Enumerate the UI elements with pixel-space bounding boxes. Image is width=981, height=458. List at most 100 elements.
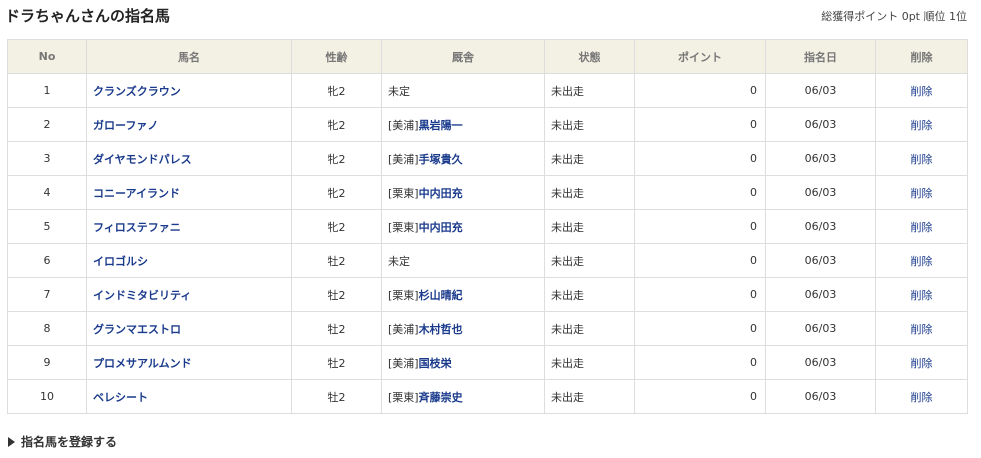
horse-name-link[interactable]: フィロステファニ: [93, 221, 181, 234]
delete-link[interactable]: 削除: [911, 221, 933, 234]
table-row: 10 ベレシート 牡2 [栗東]斉藤崇史 未出走 0 06/03 削除: [7, 379, 968, 414]
cell-delete: 削除: [875, 243, 968, 278]
col-header-name: 馬名: [86, 39, 292, 74]
trainer-link[interactable]: 国枝栄: [419, 357, 452, 370]
delete-link[interactable]: 削除: [911, 187, 933, 200]
trainer-link[interactable]: 斉藤崇史: [419, 391, 463, 404]
cell-name: フィロステファニ: [86, 209, 292, 244]
cell-stable: [美浦]木村哲也: [381, 311, 545, 346]
cell-status: 未出走: [544, 175, 635, 210]
stable-undecided: 未定: [388, 254, 410, 268]
horse-name-link[interactable]: グランマエストロ: [93, 323, 181, 336]
delete-link[interactable]: 削除: [911, 85, 933, 98]
cell-status: 未出走: [544, 243, 635, 278]
page-header: ドラちゃんさんの指名馬 総獲得ポイント 0pt 順位 1位: [0, 0, 981, 36]
cell-name: クランズクラウン: [86, 73, 292, 108]
cell-status: 未出走: [544, 107, 635, 142]
cell-points: 0: [634, 107, 766, 142]
cell-delete: 削除: [875, 379, 968, 414]
cell-no: 10: [7, 379, 87, 414]
stable-region: [美浦]: [388, 118, 419, 132]
cell-name: インドミタビリティ: [86, 277, 292, 312]
delete-link[interactable]: 削除: [911, 255, 933, 268]
cell-stable: 未定: [381, 243, 545, 278]
cell-stable: 未定: [381, 73, 545, 108]
cell-date: 06/03: [765, 107, 876, 142]
trainer-link[interactable]: 木村哲也: [419, 323, 463, 336]
cell-sexage: 牡2: [291, 379, 382, 414]
horse-name-link[interactable]: インドミタビリティ: [93, 289, 191, 302]
col-header-delete: 削除: [875, 39, 968, 74]
table-row: 4 コニーアイランド 牝2 [栗東]中内田充 未出走 0 06/03 削除: [7, 175, 968, 210]
stable-region: [栗東]: [388, 390, 419, 404]
table-row: 7 インドミタビリティ 牡2 [栗東]杉山晴紀 未出走 0 06/03 削除: [7, 277, 968, 312]
table-row: 3 ダイヤモンドパレス 牝2 [美浦]手塚貴久 未出走 0 06/03 削除: [7, 141, 968, 176]
delete-link[interactable]: 削除: [911, 391, 933, 404]
cell-date: 06/03: [765, 277, 876, 312]
cell-date: 06/03: [765, 379, 876, 414]
cell-status: 未出走: [544, 209, 635, 244]
cell-delete: 削除: [875, 277, 968, 312]
delete-link[interactable]: 削除: [911, 357, 933, 370]
horse-name-link[interactable]: ベレシート: [93, 391, 148, 404]
stable-undecided: 未定: [388, 84, 410, 98]
cell-points: 0: [634, 175, 766, 210]
table-row: 6 イロゴルシ 牡2 未定 未出走 0 06/03 削除: [7, 243, 968, 278]
cell-no: 8: [7, 311, 87, 346]
col-header-points: ポイント: [634, 39, 766, 74]
cell-sexage: 牝2: [291, 73, 382, 108]
trainer-link[interactable]: 中内田充: [419, 221, 463, 234]
horse-name-link[interactable]: コニーアイランド: [93, 187, 180, 200]
delete-link[interactable]: 削除: [911, 153, 933, 166]
cell-no: 1: [7, 73, 87, 108]
cell-status: 未出走: [544, 73, 635, 108]
delete-link[interactable]: 削除: [911, 289, 933, 302]
cell-sexage: 牡2: [291, 277, 382, 312]
cell-name: グランマエストロ: [86, 311, 292, 346]
points-summary: 総獲得ポイント 0pt 順位 1位: [821, 10, 967, 23]
horse-name-link[interactable]: プロメサアルムンド: [93, 357, 192, 370]
cell-stable: [美浦]手塚貴久: [381, 141, 545, 176]
cell-date: 06/03: [765, 345, 876, 380]
cell-points: 0: [634, 311, 766, 346]
cell-no: 7: [7, 277, 87, 312]
cell-date: 06/03: [765, 209, 876, 244]
trainer-link[interactable]: 黒岩陽一: [419, 119, 463, 132]
cell-stable: [美浦]国枝栄: [381, 345, 545, 380]
stable-region: [栗東]: [388, 220, 419, 234]
cell-sexage: 牝2: [291, 141, 382, 176]
cell-points: 0: [634, 277, 766, 312]
trainer-link[interactable]: 中内田充: [419, 187, 463, 200]
cell-status: 未出走: [544, 141, 635, 176]
cell-delete: 削除: [875, 209, 968, 244]
cell-points: 0: [634, 379, 766, 414]
cell-date: 06/03: [765, 175, 876, 210]
cell-no: 6: [7, 243, 87, 278]
col-header-date: 指名日: [765, 39, 876, 74]
cell-sexage: 牡2: [291, 311, 382, 346]
stable-region: [栗東]: [388, 186, 419, 200]
cell-sexage: 牡2: [291, 345, 382, 380]
delete-link[interactable]: 削除: [911, 119, 933, 132]
cell-name: ガローファノ: [86, 107, 292, 142]
trainer-link[interactable]: 手塚貴久: [419, 153, 463, 166]
horse-name-link[interactable]: イロゴルシ: [93, 255, 148, 268]
cell-status: 未出走: [544, 277, 635, 312]
cell-sexage: 牡2: [291, 243, 382, 278]
cell-date: 06/03: [765, 141, 876, 176]
horse-name-link[interactable]: ダイヤモンドパレス: [93, 153, 192, 166]
table-row: 2 ガローファノ 牝2 [美浦]黒岩陽一 未出走 0 06/03 削除: [7, 107, 968, 142]
horse-name-link[interactable]: クランズクラウン: [93, 85, 181, 98]
cell-delete: 削除: [875, 73, 968, 108]
col-header-sexage: 性齢: [291, 39, 382, 74]
delete-link[interactable]: 削除: [911, 323, 933, 336]
register-horse-link[interactable]: 指名馬を登録する: [8, 433, 117, 450]
cell-delete: 削除: [875, 107, 968, 142]
cell-status: 未出走: [544, 345, 635, 380]
picks-table: No 馬名 性齢 厩舎 状態 ポイント 指名日 削除 1 クランズクラウン 牝2…: [7, 39, 968, 414]
cell-date: 06/03: [765, 73, 876, 108]
trainer-link[interactable]: 杉山晴紀: [419, 289, 463, 302]
cell-status: 未出走: [544, 311, 635, 346]
horse-name-link[interactable]: ガローファノ: [93, 119, 158, 132]
cell-no: 9: [7, 345, 87, 380]
